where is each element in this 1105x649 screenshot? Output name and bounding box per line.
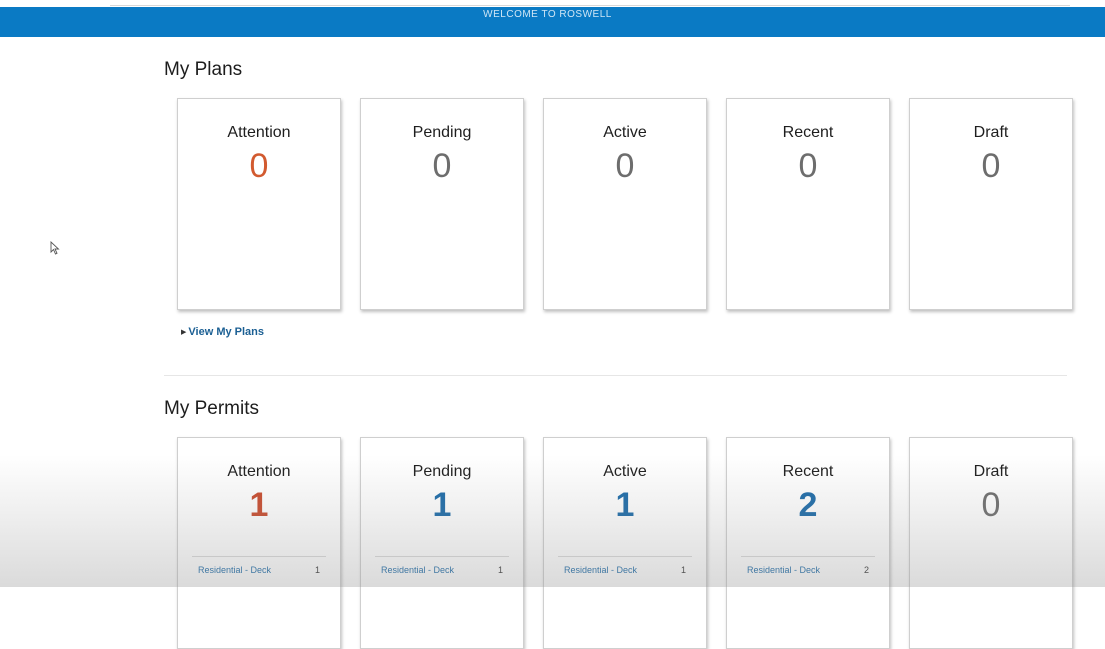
- card-label: Recent: [782, 463, 834, 480]
- permit-type-row[interactable]: Residential - Deck 1: [558, 556, 692, 575]
- mouse-pointer-icon: [50, 241, 60, 255]
- permits-card-active[interactable]: Active 1 Residential - Deck 1: [543, 437, 707, 649]
- plans-card-recent[interactable]: Recent 0: [726, 98, 890, 310]
- permit-type-count: 1: [497, 565, 503, 575]
- card-label: Recent: [782, 124, 834, 141]
- card-label: Draft: [973, 124, 1009, 141]
- permit-type-count: 1: [680, 565, 686, 575]
- card-count: 0: [615, 147, 635, 185]
- card-count: 1: [615, 486, 635, 524]
- permit-type-row[interactable]: Residential - Deck 2: [741, 556, 875, 575]
- permits-card-recent[interactable]: Recent 2 Residential - Deck 2: [726, 437, 890, 649]
- permit-type-count: 1: [314, 565, 320, 575]
- card-count: 0: [249, 147, 269, 185]
- card-label: Active: [603, 124, 647, 141]
- card-label: Attention: [227, 124, 291, 141]
- section-divider: [164, 375, 1067, 376]
- permit-type-link[interactable]: Residential - Deck: [564, 565, 637, 575]
- permit-type-link[interactable]: Residential - Deck: [198, 565, 271, 575]
- card-label: Pending: [412, 463, 472, 480]
- plans-card-pending[interactable]: Pending 0: [360, 98, 524, 310]
- permit-type-count: 2: [863, 565, 869, 575]
- card-count: 1: [249, 486, 269, 524]
- card-label: Attention: [227, 463, 291, 480]
- view-my-plans-link[interactable]: ▶ View My Plans: [181, 326, 264, 338]
- plans-card-active[interactable]: Active 0: [543, 98, 707, 310]
- my-plans-heading: My Plans: [164, 59, 243, 80]
- card-count: 1: [432, 486, 452, 524]
- card-count: 2: [798, 486, 818, 524]
- permits-card-pending[interactable]: Pending 1 Residential - Deck 1: [360, 437, 524, 649]
- plans-card-draft[interactable]: Draft 0: [909, 98, 1073, 310]
- permits-card-row: Attention 1 Residential - Deck 1 Pending…: [177, 437, 1073, 649]
- card-count: 0: [798, 147, 818, 185]
- card-count: 0: [981, 486, 1001, 524]
- permit-type-row[interactable]: Residential - Deck 1: [375, 556, 509, 575]
- permit-type-row[interactable]: Residential - Deck 1: [192, 556, 326, 575]
- card-label: Pending: [412, 124, 472, 141]
- card-count: 0: [432, 147, 452, 185]
- top-border: [110, 0, 1070, 6]
- permits-card-attention[interactable]: Attention 1 Residential - Deck 1: [177, 437, 341, 649]
- card-label: Active: [603, 463, 647, 480]
- welcome-banner: WELCOME TO ROSWELL: [0, 7, 1105, 37]
- permit-type-link[interactable]: Residential - Deck: [381, 565, 454, 575]
- view-my-plans-label: View My Plans: [188, 326, 264, 338]
- banner-text: WELCOME TO ROSWELL: [483, 9, 612, 20]
- caret-right-icon: ▶: [181, 329, 187, 336]
- card-label: Draft: [973, 463, 1009, 480]
- permits-card-draft[interactable]: Draft 0: [909, 437, 1073, 649]
- card-count: 0: [981, 147, 1001, 185]
- plans-card-row: Attention 0 Pending 0 Active 0 Recent 0 …: [177, 98, 1073, 310]
- permit-type-link[interactable]: Residential - Deck: [747, 565, 820, 575]
- plans-card-attention[interactable]: Attention 0: [177, 98, 341, 310]
- my-permits-heading: My Permits: [164, 398, 259, 419]
